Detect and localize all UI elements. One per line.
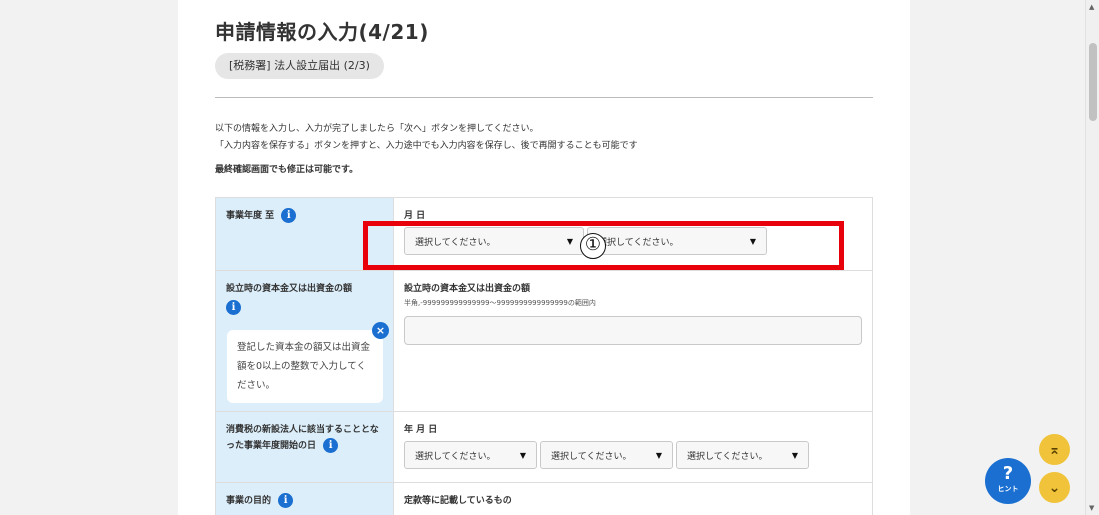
scroll-up-icon[interactable]: ▲ — [1089, 3, 1094, 11]
intro-text-1: 以下の情報を入力し、入力が完了しましたら「次へ」ボタンを押してください。 — [215, 124, 539, 134]
info-icon[interactable]: i — [226, 300, 241, 315]
chevron-down-icon: ▼ — [791, 450, 798, 460]
field-header: 定款等に記載しているもの — [404, 496, 512, 506]
page-title: 申請情報の入力(4/21) — [215, 20, 429, 44]
field-header: 月 日 — [404, 211, 426, 221]
tooltip-text: 登記した資本金の額又は出資金額を0以上の整数で入力してください。 — [237, 342, 371, 391]
day-select[interactable]: 選択してください。 ▼ — [676, 441, 809, 469]
select-value: 選択してください。 — [415, 451, 496, 462]
field-label: 設立時の資本金又は出資金の額 i × 登記した資本金の額又は出資金額を0以上の整… — [216, 271, 394, 411]
field-constraint: 半角,-999999999999999～9999999999999999の範囲内 — [404, 299, 596, 307]
field-label: 事業の目的 i — [216, 483, 394, 515]
select-value: 選択してください。 — [687, 451, 768, 462]
form-row-capital: 設立時の資本金又は出資金の額 i × 登記した資本金の額又は出資金額を0以上の整… — [216, 271, 872, 412]
section-pill: [税務署] 法人設立届出 (2/3) — [215, 53, 384, 79]
tooltip: × 登記した資本金の額又は出資金額を0以上の整数で入力してください。 — [227, 322, 389, 403]
capital-label: 設立時の資本金又は出資金の額 — [226, 284, 353, 294]
scroll-down-icon[interactable]: ▼ — [1089, 504, 1094, 512]
field-body: 年 月 日 選択してください。 ▼ 選択してください。 ▼ 選択してください。 … — [394, 412, 872, 482]
field-header: 設立時の資本金又は出資金の額 — [404, 284, 531, 294]
question-icon: ? — [1002, 463, 1014, 484]
close-icon[interactable]: × — [372, 322, 389, 339]
scrollbar-thumb[interactable] — [1089, 43, 1097, 121]
select-value: 選択してください。 — [551, 451, 632, 462]
intro-note: 最終確認画面でも修正は可能です。 — [215, 165, 359, 175]
business-purpose-label: 事業の目的 — [226, 496, 272, 506]
form-row-consumption-tax-start: 消費税の新設法人に該当することとなった事業年度開始の日 i 年 月 日 選択して… — [216, 412, 872, 483]
capital-amount-input[interactable] — [404, 316, 862, 345]
chevron-down-icon: ⌄ — [1048, 479, 1061, 496]
consumption-tax-label: 消費税の新設法人に該当することとなった事業年度開始の日 — [226, 425, 379, 451]
info-icon[interactable]: i — [323, 438, 339, 453]
field-body: 設立時の資本金又は出資金の額 半角,-999999999999999～99999… — [394, 271, 872, 411]
year-select[interactable]: 選択してください。 ▼ — [404, 441, 537, 469]
intro-text-2: 「入力内容を保存する」ボタンを押すと、入力途中でも入力内容を保存し、後で再開する… — [215, 141, 638, 151]
scroll-to-top-button[interactable]: ⌅ — [1039, 434, 1070, 465]
info-icon[interactable]: i — [278, 493, 294, 508]
scrollbar[interactable]: ▲ ▼ — [1085, 0, 1099, 515]
field-header: 年 月 日 — [404, 425, 438, 435]
divider — [215, 97, 873, 98]
fiscal-year-end-label: 事業年度 至 — [226, 211, 275, 221]
info-icon[interactable]: i — [281, 208, 297, 223]
hint-button[interactable]: ? ヒント — [985, 458, 1031, 504]
chevron-up-icon: ⌅ — [1048, 441, 1061, 458]
month-select[interactable]: 選択してください。 ▼ — [540, 441, 673, 469]
field-body: 定款等に記載しているもの — [394, 483, 872, 515]
scroll-to-bottom-button[interactable]: ⌄ — [1039, 472, 1070, 503]
hint-label: ヒント — [997, 485, 1019, 493]
chevron-down-icon: ▼ — [655, 450, 662, 460]
chevron-down-icon: ▼ — [519, 450, 526, 460]
step-marker: ① — [580, 233, 606, 259]
form-row-business-purpose: 事業の目的 i 定款等に記載しているもの — [216, 483, 872, 515]
field-label: 消費税の新設法人に該当することとなった事業年度開始の日 i — [216, 412, 394, 482]
